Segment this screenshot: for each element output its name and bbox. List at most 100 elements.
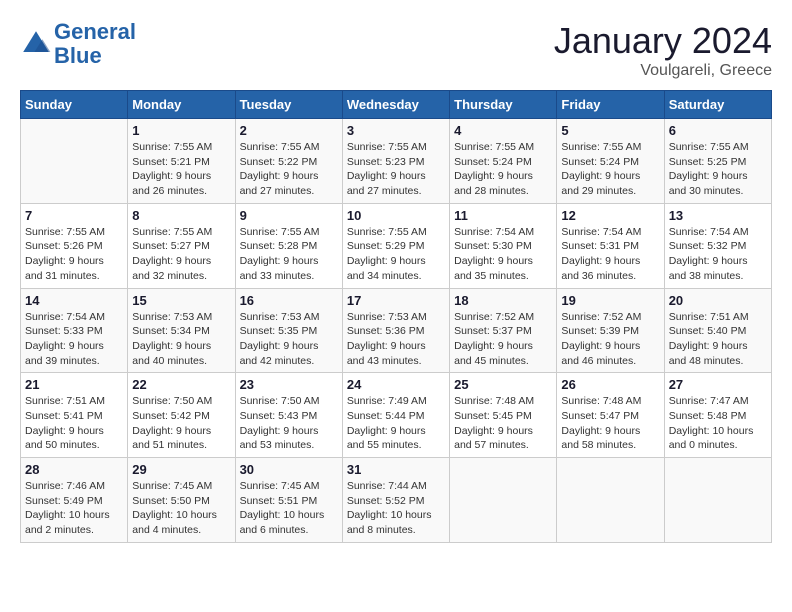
daylight-label: Daylight: 10 hours and 4 minutes. [132, 509, 217, 536]
sunrise-label: Sunrise: 7:55 AM [454, 141, 534, 153]
sunset-label: Sunset: 5:51 PM [240, 495, 318, 507]
calendar-week-0: 1 Sunrise: 7:55 AM Sunset: 5:21 PM Dayli… [21, 119, 772, 204]
sunrise-label: Sunrise: 7:55 AM [669, 141, 749, 153]
logo-line1: General [54, 19, 136, 44]
day-number: 14 [25, 293, 123, 308]
day-number: 11 [454, 208, 552, 223]
daylight-label: Daylight: 9 hours and 27 minutes. [347, 170, 426, 197]
calendar-cell: 2 Sunrise: 7:55 AM Sunset: 5:22 PM Dayli… [235, 119, 342, 204]
weekday-header-row: SundayMondayTuesdayWednesdayThursdayFrid… [21, 91, 772, 119]
calendar-cell: 1 Sunrise: 7:55 AM Sunset: 5:21 PM Dayli… [128, 119, 235, 204]
weekday-wednesday: Wednesday [342, 91, 449, 119]
daylight-label: Daylight: 9 hours and 33 minutes. [240, 255, 319, 282]
sunset-label: Sunset: 5:24 PM [561, 156, 639, 168]
day-info: Sunrise: 7:48 AM Sunset: 5:45 PM Dayligh… [454, 394, 552, 453]
day-number: 4 [454, 123, 552, 138]
day-info: Sunrise: 7:47 AM Sunset: 5:48 PM Dayligh… [669, 394, 767, 453]
sunrise-label: Sunrise: 7:55 AM [25, 226, 105, 238]
weekday-tuesday: Tuesday [235, 91, 342, 119]
daylight-label: Daylight: 9 hours and 40 minutes. [132, 340, 211, 367]
calendar-cell: 16 Sunrise: 7:53 AM Sunset: 5:35 PM Dayl… [235, 288, 342, 373]
daylight-label: Daylight: 9 hours and 35 minutes. [454, 255, 533, 282]
calendar-cell: 19 Sunrise: 7:52 AM Sunset: 5:39 PM Dayl… [557, 288, 664, 373]
day-info: Sunrise: 7:45 AM Sunset: 5:50 PM Dayligh… [132, 479, 230, 538]
day-info: Sunrise: 7:53 AM Sunset: 5:35 PM Dayligh… [240, 310, 338, 369]
location: Voulgareli, Greece [554, 62, 772, 80]
sunset-label: Sunset: 5:43 PM [240, 410, 318, 422]
day-number: 10 [347, 208, 445, 223]
calendar-cell: 20 Sunrise: 7:51 AM Sunset: 5:40 PM Dayl… [664, 288, 771, 373]
day-info: Sunrise: 7:54 AM Sunset: 5:31 PM Dayligh… [561, 225, 659, 284]
sunset-label: Sunset: 5:40 PM [669, 325, 747, 337]
sunset-label: Sunset: 5:34 PM [132, 325, 210, 337]
calendar-cell: 22 Sunrise: 7:50 AM Sunset: 5:42 PM Dayl… [128, 373, 235, 458]
day-number: 16 [240, 293, 338, 308]
daylight-label: Daylight: 9 hours and 53 minutes. [240, 425, 319, 452]
day-number: 22 [132, 377, 230, 392]
calendar-cell: 12 Sunrise: 7:54 AM Sunset: 5:31 PM Dayl… [557, 203, 664, 288]
sunset-label: Sunset: 5:33 PM [25, 325, 103, 337]
day-number: 29 [132, 462, 230, 477]
daylight-label: Daylight: 10 hours and 6 minutes. [240, 509, 325, 536]
calendar-cell: 13 Sunrise: 7:54 AM Sunset: 5:32 PM Dayl… [664, 203, 771, 288]
sunrise-label: Sunrise: 7:54 AM [25, 311, 105, 323]
sunrise-label: Sunrise: 7:55 AM [132, 226, 212, 238]
sunset-label: Sunset: 5:39 PM [561, 325, 639, 337]
day-info: Sunrise: 7:51 AM Sunset: 5:40 PM Dayligh… [669, 310, 767, 369]
sunrise-label: Sunrise: 7:55 AM [347, 226, 427, 238]
daylight-label: Daylight: 9 hours and 51 minutes. [132, 425, 211, 452]
sunset-label: Sunset: 5:49 PM [25, 495, 103, 507]
calendar-cell: 29 Sunrise: 7:45 AM Sunset: 5:50 PM Dayl… [128, 458, 235, 543]
daylight-label: Daylight: 9 hours and 32 minutes. [132, 255, 211, 282]
sunset-label: Sunset: 5:36 PM [347, 325, 425, 337]
calendar-cell: 26 Sunrise: 7:48 AM Sunset: 5:47 PM Dayl… [557, 373, 664, 458]
daylight-label: Daylight: 9 hours and 43 minutes. [347, 340, 426, 367]
calendar-cell: 7 Sunrise: 7:55 AM Sunset: 5:26 PM Dayli… [21, 203, 128, 288]
day-number: 27 [669, 377, 767, 392]
calendar-cell: 28 Sunrise: 7:46 AM Sunset: 5:49 PM Dayl… [21, 458, 128, 543]
sunset-label: Sunset: 5:44 PM [347, 410, 425, 422]
calendar-cell: 10 Sunrise: 7:55 AM Sunset: 5:29 PM Dayl… [342, 203, 449, 288]
daylight-label: Daylight: 9 hours and 26 minutes. [132, 170, 211, 197]
day-number: 30 [240, 462, 338, 477]
sunrise-label: Sunrise: 7:48 AM [561, 395, 641, 407]
calendar-cell: 17 Sunrise: 7:53 AM Sunset: 5:36 PM Dayl… [342, 288, 449, 373]
calendar-cell [21, 119, 128, 204]
day-info: Sunrise: 7:55 AM Sunset: 5:26 PM Dayligh… [25, 225, 123, 284]
weekday-friday: Friday [557, 91, 664, 119]
sunrise-label: Sunrise: 7:44 AM [347, 480, 427, 492]
day-info: Sunrise: 7:55 AM Sunset: 5:29 PM Dayligh… [347, 225, 445, 284]
daylight-label: Daylight: 9 hours and 30 minutes. [669, 170, 748, 197]
day-number: 13 [669, 208, 767, 223]
sunset-label: Sunset: 5:26 PM [25, 240, 103, 252]
logo-icon [20, 28, 52, 60]
month-year: January 2024 [554, 20, 772, 62]
day-info: Sunrise: 7:55 AM Sunset: 5:24 PM Dayligh… [561, 140, 659, 199]
day-info: Sunrise: 7:52 AM Sunset: 5:39 PM Dayligh… [561, 310, 659, 369]
daylight-label: Daylight: 9 hours and 27 minutes. [240, 170, 319, 197]
sunrise-label: Sunrise: 7:54 AM [454, 226, 534, 238]
calendar-cell: 18 Sunrise: 7:52 AM Sunset: 5:37 PM Dayl… [450, 288, 557, 373]
day-number: 28 [25, 462, 123, 477]
day-number: 18 [454, 293, 552, 308]
calendar-cell: 14 Sunrise: 7:54 AM Sunset: 5:33 PM Dayl… [21, 288, 128, 373]
day-info: Sunrise: 7:55 AM Sunset: 5:28 PM Dayligh… [240, 225, 338, 284]
sunset-label: Sunset: 5:50 PM [132, 495, 210, 507]
daylight-label: Daylight: 10 hours and 0 minutes. [669, 425, 754, 452]
day-info: Sunrise: 7:55 AM Sunset: 5:27 PM Dayligh… [132, 225, 230, 284]
daylight-label: Daylight: 9 hours and 42 minutes. [240, 340, 319, 367]
calendar-cell: 9 Sunrise: 7:55 AM Sunset: 5:28 PM Dayli… [235, 203, 342, 288]
daylight-label: Daylight: 9 hours and 46 minutes. [561, 340, 640, 367]
calendar-week-3: 21 Sunrise: 7:51 AM Sunset: 5:41 PM Dayl… [21, 373, 772, 458]
sunrise-label: Sunrise: 7:45 AM [132, 480, 212, 492]
daylight-label: Daylight: 9 hours and 29 minutes. [561, 170, 640, 197]
daylight-label: Daylight: 9 hours and 28 minutes. [454, 170, 533, 197]
logo-text: General Blue [54, 20, 136, 68]
day-number: 15 [132, 293, 230, 308]
day-info: Sunrise: 7:49 AM Sunset: 5:44 PM Dayligh… [347, 394, 445, 453]
calendar-week-1: 7 Sunrise: 7:55 AM Sunset: 5:26 PM Dayli… [21, 203, 772, 288]
sunrise-label: Sunrise: 7:47 AM [669, 395, 749, 407]
daylight-label: Daylight: 9 hours and 50 minutes. [25, 425, 104, 452]
day-number: 17 [347, 293, 445, 308]
sunrise-label: Sunrise: 7:45 AM [240, 480, 320, 492]
